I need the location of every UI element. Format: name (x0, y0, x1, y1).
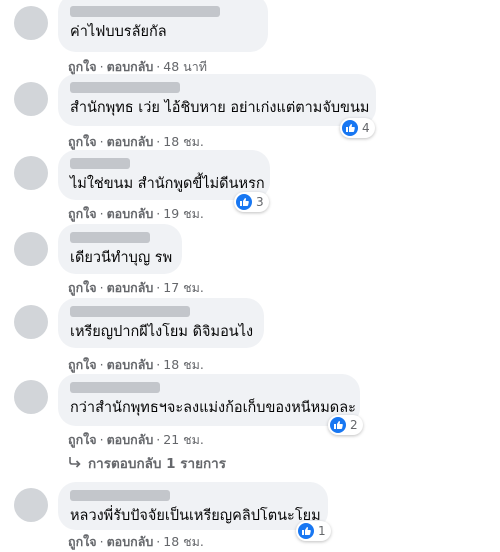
reply-link[interactable]: ตอบกลับ (107, 59, 154, 74)
comment-time[interactable]: 18 ชม. (163, 534, 204, 549)
separator: · (156, 134, 161, 149)
reaction-count[interactable]: 2 (328, 415, 363, 435)
reply-link[interactable]: ตอบกลับ (107, 357, 154, 372)
reaction-number: 1 (318, 524, 326, 538)
separator: · (99, 206, 104, 221)
comment-text: สำนักพุทธ เว่ย ไอ้ชิบหาย อย่าเก่งแต่ตามจ… (70, 100, 370, 116)
comment-time[interactable]: 19 ชม. (163, 206, 204, 221)
avatar[interactable] (14, 156, 48, 190)
comment-text: กว่าสำนักพุทธฯจะลงแม่งก้อเก็บของหนีหมดละ (70, 400, 356, 416)
comment-actions: ถูกใจ · ตอบกลับ · 18 ชม. (68, 532, 204, 552)
comment-time[interactable]: 18 ชม. (163, 357, 204, 372)
commenter-name-blurred[interactable] (70, 306, 190, 317)
reaction-number: 2 (350, 418, 358, 432)
comment-actions: ถูกใจ · ตอบกลับ · 19 ชม. (68, 204, 204, 224)
separator: · (99, 280, 104, 295)
comment-bubble: สำนักพุทธ เว่ย ไอ้ชิบหาย อย่าเก่งแต่ตามจ… (58, 74, 376, 126)
separator: · (156, 432, 161, 447)
separator: · (99, 432, 104, 447)
commenter-name-blurred[interactable] (70, 490, 170, 501)
comment-bubble: ค่าไฟบบรลัยกัล (58, 0, 268, 52)
like-reaction-icon (342, 120, 358, 136)
commenter-name-blurred[interactable] (70, 6, 220, 17)
like-link[interactable]: ถูกใจ (68, 59, 97, 74)
comment-time[interactable]: 48 นาที (163, 59, 207, 74)
like-link[interactable]: ถูกใจ (68, 432, 97, 447)
comment-text: เดียวนีทำบุญ รพ (70, 250, 173, 266)
avatar[interactable] (14, 232, 48, 266)
reaction-count[interactable]: 4 (340, 118, 375, 138)
commenter-name-blurred[interactable] (70, 382, 160, 393)
like-link[interactable]: ถูกใจ (68, 357, 97, 372)
avatar[interactable] (14, 6, 48, 40)
separator: · (99, 357, 104, 372)
comment-text: ค่าไฟบบรลัยกัล (70, 24, 167, 40)
reply-link[interactable]: ตอบกลับ (107, 134, 154, 149)
comment-text: เหรียญปากผีไงโยม ดิจิมอนไง (70, 324, 254, 340)
reaction-number: 3 (256, 195, 264, 209)
avatar[interactable] (14, 488, 48, 522)
comment-bubble: หลวงพี่รับปัจจัยเป็นเหรียญคลิปโตนะโยม (58, 482, 328, 530)
avatar[interactable] (14, 380, 48, 414)
reaction-number: 4 (362, 121, 370, 135)
comment-text: ไม่ใช่ขนม สำนักพูดขี้ไม่ดีนหรก (70, 176, 265, 192)
reply-link[interactable]: ตอบกลับ (107, 206, 154, 221)
separator: · (99, 134, 104, 149)
separator: · (156, 280, 161, 295)
separator: · (156, 534, 161, 549)
comment-actions: ถูกใจ · ตอบกลับ · 18 ชม. (68, 132, 204, 152)
replies-count-text: การตอบกลับ 1 รายการ (88, 456, 227, 472)
separator: · (99, 534, 104, 549)
like-link[interactable]: ถูกใจ (68, 206, 97, 221)
like-reaction-icon (236, 194, 252, 210)
like-link[interactable]: ถูกใจ (68, 134, 97, 149)
comment-time[interactable]: 18 ชม. (163, 134, 204, 149)
like-reaction-icon (330, 417, 346, 433)
separator: · (156, 206, 161, 221)
comment-actions: ถูกใจ · ตอบกลับ · 21 ชม. (68, 430, 204, 450)
comment-text: หลวงพี่รับปัจจัยเป็นเหรียญคลิปโตนะโยม (70, 508, 321, 524)
reaction-count[interactable]: 3 (234, 192, 269, 212)
comment-bubble: เดียวนีทำบุญ รพ (58, 224, 182, 274)
commenter-name-blurred[interactable] (70, 82, 180, 93)
avatar[interactable] (14, 82, 48, 116)
reply-link[interactable]: ตอบกลับ (107, 280, 154, 295)
avatar[interactable] (14, 305, 48, 339)
commenter-name-blurred[interactable] (70, 158, 130, 169)
reply-arrow-icon (68, 456, 82, 472)
comment-bubble: กว่าสำนักพุทธฯจะลงแม่งก้อเก็บของหนีหมดละ (58, 374, 360, 426)
reaction-count[interactable]: 1 (296, 521, 331, 541)
comment-time[interactable]: 17 ชม. (163, 280, 204, 295)
separator: · (156, 357, 161, 372)
like-link[interactable]: ถูกใจ (68, 534, 97, 549)
comment-time[interactable]: 21 ชม. (163, 432, 204, 447)
like-reaction-icon (298, 523, 314, 539)
like-link[interactable]: ถูกใจ (68, 280, 97, 295)
separator: · (99, 59, 104, 74)
commenter-name-blurred[interactable] (70, 232, 150, 243)
comment-bubble: เหรียญปากผีไงโยม ดิจิมอนไง (58, 298, 264, 348)
view-replies-link[interactable]: การตอบกลับ 1 รายการ (68, 452, 226, 474)
separator: · (156, 59, 161, 74)
comment-actions: ถูกใจ · ตอบกลับ · 18 ชม. (68, 355, 204, 375)
reply-link[interactable]: ตอบกลับ (107, 534, 154, 549)
reply-link[interactable]: ตอบกลับ (107, 432, 154, 447)
comment-actions: ถูกใจ · ตอบกลับ · 17 ชม. (68, 278, 204, 298)
